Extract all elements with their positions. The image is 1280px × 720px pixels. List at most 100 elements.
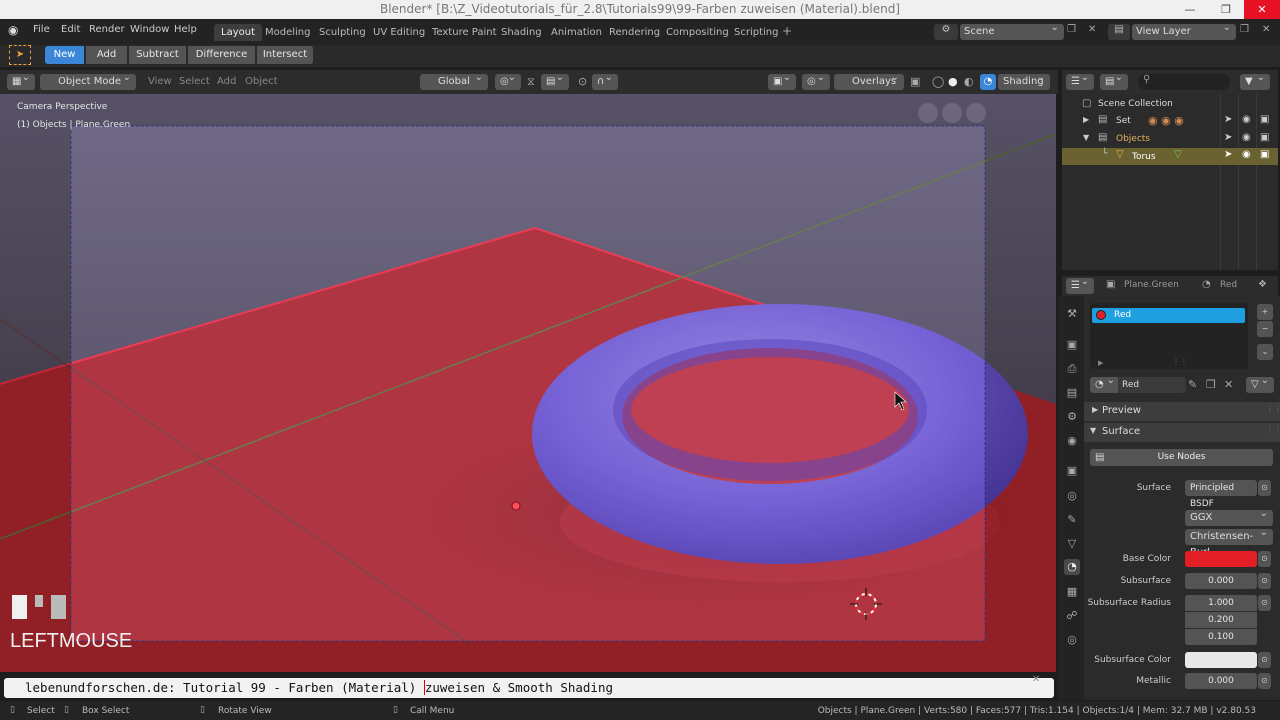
menu-render[interactable]: Render bbox=[89, 24, 125, 35]
select-toggle-icon[interactable]: ➤ bbox=[1224, 132, 1232, 143]
tab-scripting[interactable]: Scripting bbox=[727, 24, 785, 41]
navigate-gizmo-2[interactable] bbox=[942, 103, 962, 123]
view-layer-tab-icon[interactable]: ▤ bbox=[1064, 385, 1080, 401]
tab-layout[interactable]: Layout bbox=[214, 24, 262, 41]
slot-list-expand-icon[interactable]: ▶ bbox=[1098, 359, 1103, 367]
subsurface-radius-z-field[interactable]: 0.100 bbox=[1185, 629, 1257, 645]
tab-modeling[interactable]: Modeling bbox=[258, 24, 318, 41]
shading-dropdown[interactable]: Shading bbox=[998, 70, 1050, 90]
view-layer-browse-icon[interactable]: ▤ bbox=[1108, 24, 1130, 40]
mode-intersect-button[interactable]: Intersect bbox=[257, 46, 314, 64]
object-tab-icon[interactable]: ▣ bbox=[1064, 463, 1080, 479]
visibility-eye-icon[interactable]: ◉ bbox=[1242, 132, 1251, 143]
outliner-root[interactable]: Scene Collection bbox=[1098, 99, 1173, 109]
snap-icon[interactable]: ⧖ bbox=[527, 75, 535, 89]
editor-type-icon[interactable]: ▦ bbox=[7, 70, 35, 90]
slot-list-resize-icon[interactable]: ⋮⋮ bbox=[1172, 357, 1188, 366]
pin-icon[interactable]: ❖ bbox=[1258, 279, 1267, 290]
data-tab-icon[interactable]: ◎ bbox=[1064, 632, 1080, 648]
navigate-gizmo-1[interactable] bbox=[918, 103, 938, 123]
delete-view-layer-icon[interactable]: ✕ bbox=[1262, 24, 1270, 35]
tab-compositing[interactable]: Compositing bbox=[659, 24, 736, 41]
expand-arrow-icon[interactable]: ▶ bbox=[1083, 115, 1089, 124]
preview-panel-header[interactable]: ▶ Preview ⋮⋮ bbox=[1084, 402, 1280, 421]
properties-editor-type-icon[interactable]: ☰ bbox=[1066, 274, 1094, 294]
remove-slot-icon[interactable]: − bbox=[1257, 321, 1273, 337]
subsurface-field[interactable]: 0.000 bbox=[1185, 573, 1257, 589]
material-shading-icon[interactable]: ◐ bbox=[964, 75, 974, 88]
new-scene-icon[interactable]: ❐ bbox=[1067, 24, 1076, 35]
viewport-menu-select[interactable]: Select bbox=[179, 76, 210, 87]
link-socket-icon[interactable]: ⊙ bbox=[1258, 480, 1271, 496]
render-camera-icon[interactable]: ▣ bbox=[1260, 132, 1269, 143]
menu-edit[interactable]: Edit bbox=[61, 24, 80, 35]
link-socket-icon[interactable]: ⊙ bbox=[1258, 673, 1271, 689]
texture-tab-icon[interactable]: ▦ bbox=[1064, 584, 1080, 600]
select-toggle-icon[interactable]: ➤ bbox=[1224, 114, 1232, 125]
output-tab-icon[interactable]: ⎙ bbox=[1064, 361, 1080, 377]
outliner-row-objects[interactable]: ▼ ▤ Objects ➤ ◉ ▣ bbox=[1062, 131, 1278, 148]
snap-target-icon[interactable]: ▤ bbox=[541, 70, 569, 90]
outliner-row-torus[interactable]: └ ▽ Torus ▽ ➤ ◉ ▣ bbox=[1062, 148, 1278, 165]
proportional-edit-icon[interactable]: ⊙ bbox=[578, 75, 587, 88]
menu-help[interactable]: Help bbox=[174, 24, 197, 35]
outliner-row-set[interactable]: ▶ ▤ Set ◉ ◉ ◉ ➤ ◉ ▣ bbox=[1062, 113, 1278, 130]
menu-window[interactable]: Window bbox=[130, 24, 169, 35]
subsurface-radius-y-field[interactable]: 0.200 bbox=[1185, 612, 1257, 628]
scene-field[interactable]: Scene bbox=[960, 20, 1064, 40]
menu-file[interactable]: File bbox=[33, 24, 50, 35]
wireframe-shading-icon[interactable]: ◯ bbox=[932, 75, 944, 88]
viewport-menu-view[interactable]: View bbox=[148, 76, 172, 87]
render-tab-icon[interactable]: ▣ bbox=[1064, 337, 1080, 353]
close-icon[interactable]: ✕ bbox=[1244, 0, 1280, 19]
visibility-eye-icon[interactable]: ◉ bbox=[1242, 114, 1251, 125]
constraints-tab-icon[interactable]: ☍ bbox=[1064, 608, 1080, 624]
minimize-icon[interactable]: — bbox=[1172, 0, 1208, 19]
render-camera-icon[interactable]: ▣ bbox=[1260, 149, 1269, 160]
modifiers-tab-icon[interactable]: ◎ bbox=[1064, 488, 1080, 504]
view-object-types-icon[interactable]: ▣ bbox=[768, 70, 796, 90]
tab-sculpting[interactable]: Sculpting bbox=[312, 24, 373, 41]
tab-rendering[interactable]: Rendering bbox=[602, 24, 667, 41]
distribution-dropdown[interactable]: GGX bbox=[1185, 506, 1273, 526]
scene-browse-icon[interactable]: ⚙ bbox=[934, 24, 958, 40]
overlays-dropdown[interactable]: Overlays bbox=[834, 70, 904, 90]
metallic-field[interactable]: 0.000 bbox=[1185, 673, 1257, 689]
visibility-eye-icon[interactable]: ◉ bbox=[1242, 149, 1251, 160]
select-box-tool-icon[interactable]: ➤ bbox=[9, 45, 31, 65]
material-slot-row[interactable]: Red bbox=[1092, 308, 1245, 323]
subsurface-color-swatch[interactable] bbox=[1185, 652, 1257, 668]
subsurface-method-dropdown[interactable]: Christensen-Burl... bbox=[1185, 525, 1273, 558]
outliner-search-input[interactable]: ⚲ bbox=[1138, 74, 1230, 90]
surface-panel-header[interactable]: ▼ Surface ⋮⋮ bbox=[1084, 423, 1280, 442]
select-toggle-icon[interactable]: ➤ bbox=[1224, 149, 1232, 160]
link-socket-icon[interactable]: ⊙ bbox=[1258, 652, 1271, 668]
particles-tab-icon[interactable]: ✎ bbox=[1064, 512, 1080, 528]
mode-difference-button[interactable]: Difference bbox=[188, 46, 256, 64]
viewport-menu-object[interactable]: Object bbox=[245, 76, 278, 87]
outliner-filter-icon[interactable]: ▼ bbox=[1240, 70, 1270, 90]
falloff-icon[interactable]: ∩ bbox=[592, 70, 618, 90]
tab-uv-editing[interactable]: UV Editing bbox=[366, 24, 432, 41]
add-slot-icon[interactable]: + bbox=[1257, 304, 1273, 320]
add-workspace-icon[interactable]: + bbox=[782, 24, 792, 38]
world-tab-icon[interactable]: ◉ bbox=[1064, 433, 1080, 449]
material-tab-icon[interactable]: ◔ bbox=[1064, 559, 1080, 575]
navigate-gizmo-3[interactable] bbox=[966, 103, 986, 123]
link-type-icon[interactable]: ▽ bbox=[1246, 373, 1274, 393]
solid-shading-icon[interactable]: ● bbox=[948, 75, 958, 88]
rendered-shading-icon[interactable]: ◔ bbox=[980, 74, 996, 90]
tab-animation[interactable]: Animation bbox=[544, 24, 609, 41]
collapse-arrow-icon[interactable]: ▼ bbox=[1083, 133, 1089, 142]
transform-orientation-dropdown[interactable]: Global bbox=[420, 70, 488, 90]
blender-logo-icon[interactable]: ◉ bbox=[8, 23, 22, 37]
base-color-swatch[interactable] bbox=[1185, 551, 1257, 567]
physics-tab-icon[interactable]: ▽ bbox=[1064, 536, 1080, 552]
fake-user-icon[interactable]: ✎ bbox=[1188, 378, 1197, 391]
use-nodes-button[interactable]: ▤ Use Nodes bbox=[1090, 449, 1273, 466]
subsurface-radius-x-field[interactable]: 1.000 bbox=[1185, 595, 1257, 611]
link-socket-icon[interactable]: ⊙ bbox=[1258, 551, 1271, 567]
new-view-layer-icon[interactable]: ❐ bbox=[1240, 24, 1249, 35]
duplicate-material-icon[interactable]: ❐ bbox=[1206, 378, 1216, 391]
slot-specials-icon[interactable]: ⌄ bbox=[1257, 344, 1273, 360]
